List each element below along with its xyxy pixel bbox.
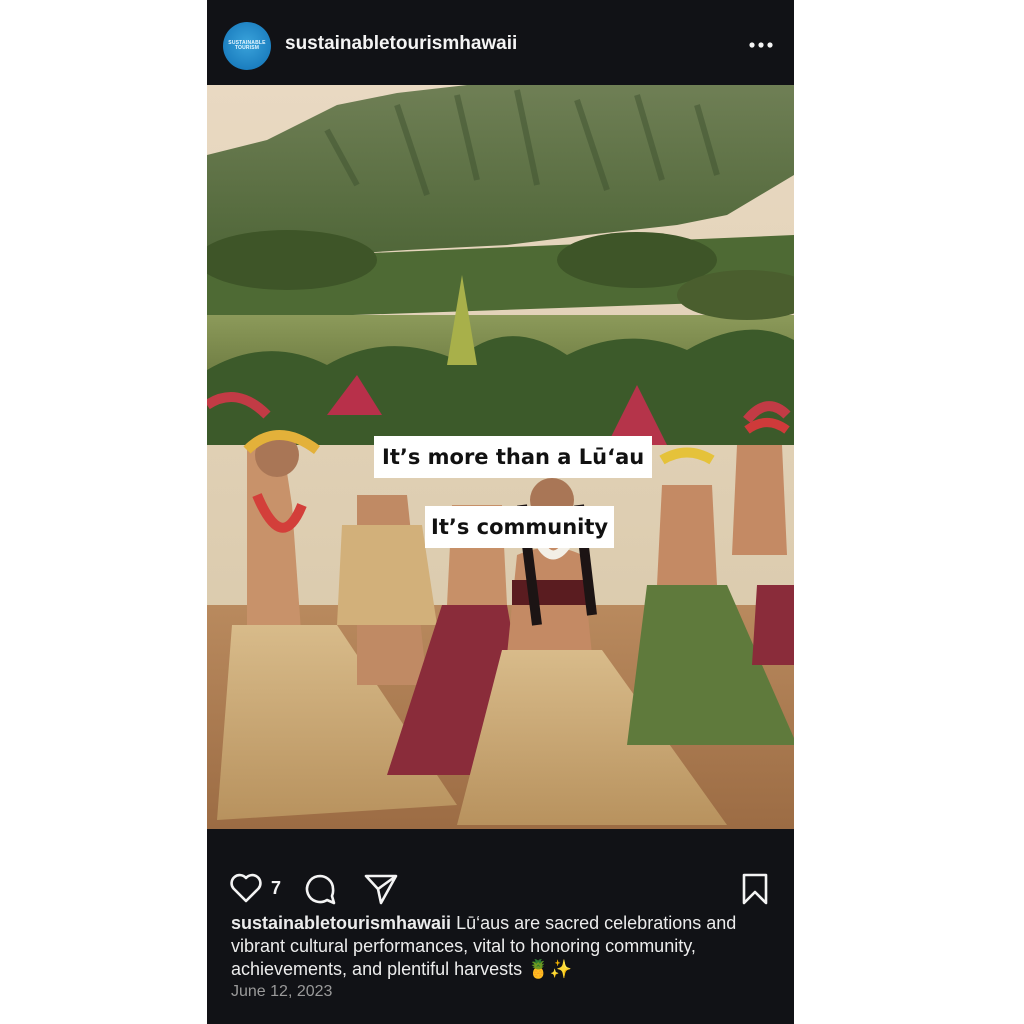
bookmark-icon[interactable] (741, 872, 769, 911)
avatar[interactable]: SUSTAINABLE TOURISM (223, 22, 271, 70)
send-icon[interactable] (363, 872, 399, 911)
post-date: June 12, 2023 (231, 983, 333, 1000)
avatar-logo-text: SUSTAINABLE TOURISM (228, 40, 266, 51)
overlay-text-line1: It’s more than a Lū‘au (374, 436, 653, 478)
post-header: SUSTAINABLE TOURISM sustainabletourismha… (207, 0, 794, 85)
overlay-text-line2: It’s community (425, 506, 615, 548)
instagram-post: SUSTAINABLE TOURISM sustainabletourismha… (207, 0, 794, 1024)
comment-icon[interactable] (303, 872, 337, 911)
post-photo[interactable]: It’s more than a Lū‘au It’s community (207, 85, 794, 829)
caption-username[interactable]: sustainabletourismhawaii (231, 913, 451, 933)
post-actions: 7 (207, 862, 794, 912)
like-count[interactable]: 7 (271, 878, 281, 899)
more-horizontal-icon[interactable] (747, 34, 775, 56)
post-caption: sustainabletourismhawaii Lū‘aus are sacr… (231, 912, 776, 981)
heart-icon[interactable] (229, 872, 263, 909)
username[interactable]: sustainabletourismhawaii (285, 33, 517, 55)
